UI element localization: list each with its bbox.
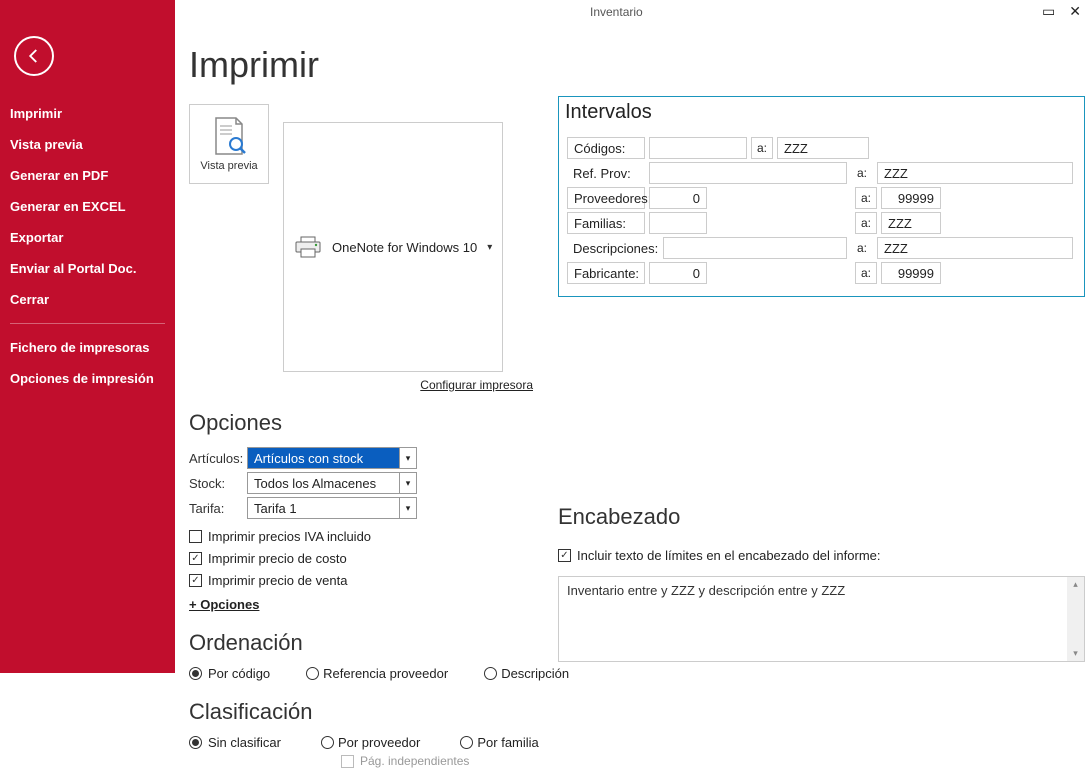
radio-descripcion[interactable]: Descripción [484,666,569,681]
radio-ref-proveedor[interactable]: Referencia proveedor [306,666,448,681]
vista-previa-label: Vista previa [200,160,257,172]
clasificacion-heading: Clasificación [189,699,1075,725]
chevron-down-icon: ▾ [487,242,492,253]
configurar-impresora-link[interactable]: Configurar impresora [189,378,533,392]
scrollbar[interactable]: ▴▾ [1067,577,1084,661]
encabezado-textarea[interactable]: Inventario entre y ZZZ y descripción ent… [558,576,1085,662]
encabezado-panel: Encabezado ✓ Incluir texto de límites en… [558,504,1085,662]
check-venta[interactable]: ✓ [189,574,202,587]
intervalos-heading: Intervalos [565,101,1076,124]
articulos-label: Artículos: [189,451,247,466]
refprov-to-input[interactable]: ZZZ [877,162,1073,184]
check-pag-independientes [341,755,354,768]
articulos-value: Artículos con stock [254,451,363,466]
encabezado-text: Inventario entre y ZZZ y descripción ent… [567,583,845,598]
sidebar-item-imprimir[interactable]: Imprimir [0,98,175,129]
printer-select[interactable]: OneNote for Windows 10 ▾ [283,122,503,372]
descripciones-to-input[interactable]: ZZZ [877,237,1073,259]
radio-por-codigo[interactable]: Por código [189,666,270,681]
proveedores-from-input[interactable]: 0 [649,187,707,209]
scroll-down-icon[interactable]: ▾ [1073,646,1078,661]
sidebar-item-excel[interactable]: Generar en EXCEL [0,191,175,222]
codigos-to-input[interactable]: ZZZ [777,137,869,159]
encabezado-heading: Encabezado [558,504,1085,530]
check-incluir-limites[interactable]: ✓ [558,549,571,562]
refprov-label: Ref. Prov: [567,162,645,184]
printer-icon [294,236,322,258]
document-preview-icon [212,116,246,156]
sidebar-item-vista-previa[interactable]: Vista previa [0,129,175,160]
window-close-icon[interactable]: ✕ [1069,4,1081,18]
a-label: a: [851,162,873,184]
radio-por-proveedor[interactable]: Por proveedor [321,735,420,750]
proveedores-to-input[interactable]: 99999 [881,187,941,209]
codigos-label: Códigos: [567,137,645,159]
a-label: a: [851,237,873,259]
check-venta-label: Imprimir precio de venta [208,573,347,588]
sidebar-item-pdf[interactable]: Generar en PDF [0,160,175,191]
radio-sin-clasificar[interactable]: Sin clasificar [189,735,281,750]
familias-label: Familias: [567,212,645,234]
check-costo-label: Imprimir precio de costo [208,551,347,566]
a-label: a: [751,137,773,159]
fabricante-label: Fabricante: [567,262,645,284]
sidebar-item-impresoras[interactable]: Fichero de impresoras [0,332,175,363]
window-maximize-icon[interactable]: ▭ [1042,4,1055,18]
sidebar-item-cerrar[interactable]: Cerrar [0,284,175,315]
a-label: a: [855,212,877,234]
window-title: Inventario [590,5,643,19]
arrow-left-icon [25,47,43,65]
stock-select[interactable]: Todos los Almacenes ▾ [247,472,417,494]
articulos-select[interactable]: Artículos con stock ▾ [247,447,417,469]
chevron-down-icon: ▾ [399,447,417,469]
fabricante-to-input[interactable]: 99999 [881,262,941,284]
tarifa-value: Tarifa 1 [254,501,297,516]
mas-opciones-link[interactable]: + Opciones [189,597,259,612]
proveedores-label: Proveedores: [567,187,645,209]
stock-value: Todos los Almacenes [254,476,376,491]
descripciones-label: Descripciones: [567,237,659,259]
fabricante-from-input[interactable]: 0 [649,262,707,284]
sidebar: Imprimir Vista previa Generar en PDF Gen… [0,0,175,673]
scroll-up-icon[interactable]: ▴ [1073,577,1078,592]
stock-label: Stock: [189,476,247,491]
descripciones-from-input[interactable] [663,237,847,259]
chevron-down-icon: ▾ [399,497,417,519]
sidebar-divider [10,323,165,324]
pag-independientes-label: Pág. independientes [360,754,469,768]
check-iva-label: Imprimir precios IVA incluido [208,529,371,544]
page-title: Imprimir [189,44,1075,86]
intervalos-panel: Intervalos Códigos: a: ZZZ Ref. Prov: a:… [558,96,1085,297]
incluir-limites-label: Incluir texto de límites en el encabezad… [577,548,881,563]
printer-name: OneNote for Windows 10 [332,240,477,255]
sidebar-item-portal[interactable]: Enviar al Portal Doc. [0,253,175,284]
opciones-heading: Opciones [189,410,1075,436]
check-costo[interactable]: ✓ [189,552,202,565]
tarifa-select[interactable]: Tarifa 1 ▾ [247,497,417,519]
back-button[interactable] [14,36,54,76]
familias-from-input[interactable] [649,212,707,234]
sidebar-item-exportar[interactable]: Exportar [0,222,175,253]
a-label: a: [855,262,877,284]
refprov-from-input[interactable] [649,162,847,184]
vista-previa-button[interactable]: Vista previa [189,104,269,184]
familias-to-input[interactable]: ZZZ [881,212,941,234]
radio-por-familia[interactable]: Por familia [460,735,538,750]
check-iva[interactable] [189,530,202,543]
codigos-from-input[interactable] [649,137,747,159]
a-label: a: [855,187,877,209]
tarifa-label: Tarifa: [189,501,247,516]
chevron-down-icon: ▾ [399,472,417,494]
sidebar-item-opciones-impresion[interactable]: Opciones de impresión [0,363,175,394]
